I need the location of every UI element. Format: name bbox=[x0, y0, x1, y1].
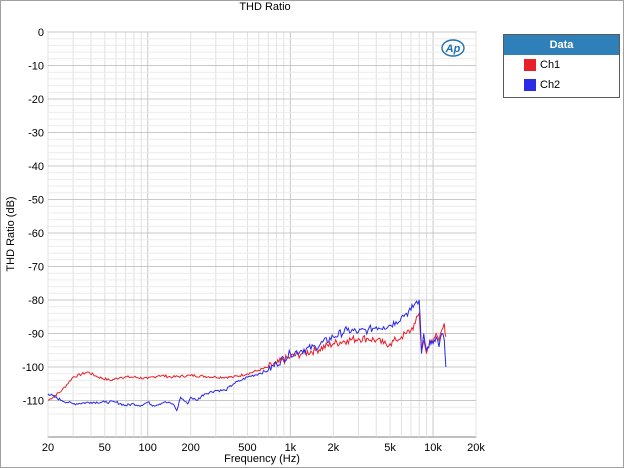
y-tick-label: -20 bbox=[28, 94, 44, 106]
x-tick-label: 20k bbox=[467, 442, 485, 454]
legend-swatch-ch1 bbox=[524, 59, 536, 71]
x-axis-label: Frequency (Hz) bbox=[224, 453, 300, 465]
y-tick-label: -40 bbox=[28, 161, 44, 173]
y-tick-label: -110 bbox=[23, 396, 44, 408]
x-tick-label: 5k bbox=[384, 442, 396, 454]
y-axis-ticks: 0 -10 -20 -30 -40 -50 -60 -70 -80 -90 -100 -110 bbox=[22, 27, 44, 408]
x-tick-label: 20 bbox=[42, 442, 54, 454]
x-tick-label: 100 bbox=[139, 442, 157, 454]
y-tick-label: -70 bbox=[28, 262, 44, 274]
y-tick-label: -30 bbox=[28, 128, 44, 140]
legend-swatch-ch2 bbox=[524, 79, 536, 91]
legend-label-ch2: Ch2 bbox=[540, 79, 561, 91]
x-tick-label: 2k bbox=[328, 442, 340, 454]
legend-item-ch1[interactable]: Ch1 bbox=[504, 55, 619, 75]
legend-item-ch2[interactable]: Ch2 bbox=[504, 75, 619, 95]
x-tick-label: 50 bbox=[99, 442, 111, 454]
y-tick-label: -80 bbox=[28, 295, 44, 307]
y-tick-label: -60 bbox=[28, 228, 44, 240]
y-axis-label: THD Ratio (dB) bbox=[5, 196, 17, 271]
legend-label-ch1: Ch1 bbox=[540, 59, 561, 71]
legend-title: Data bbox=[504, 35, 619, 55]
y-tick-label: -90 bbox=[28, 329, 44, 341]
y-tick-label: -50 bbox=[28, 195, 44, 207]
y-tick-label: 0 bbox=[38, 27, 44, 39]
ap-logo-icon: Ap bbox=[441, 39, 465, 57]
x-tick-label: 200 bbox=[181, 442, 199, 454]
y-tick-label: -10 bbox=[28, 61, 44, 73]
ap-logo-text: Ap bbox=[445, 43, 461, 55]
y-tick-label: -100 bbox=[22, 362, 44, 374]
legend: Data Ch1 Ch2 bbox=[503, 34, 620, 98]
x-tick-label: 10k bbox=[424, 442, 442, 454]
